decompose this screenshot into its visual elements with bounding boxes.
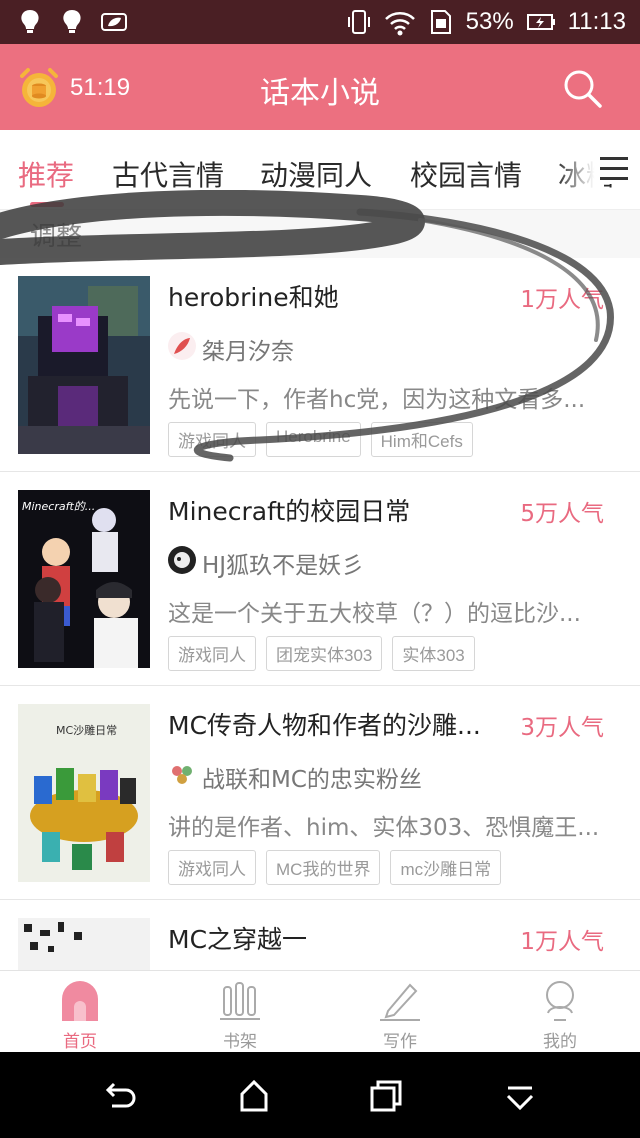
book-popularity: 5万人气	[520, 501, 604, 527]
book-title[interactable]: Minecraft的校园日常	[168, 492, 498, 528]
book-item[interactable]: MC沙雕日常 MC传奇人物和作者的沙雕... 3万人气 战联和MC的忠实粉丝 讲…	[0, 686, 640, 900]
book-cover[interactable]: MC沙雕日常	[18, 704, 150, 882]
home-button-icon[interactable]	[234, 1076, 274, 1116]
nav-home[interactable]: 首页	[0, 971, 160, 1053]
leaf-icon	[101, 13, 127, 31]
status-bar: 53% 11:13	[0, 0, 640, 44]
book-description: 这是一个关于五大校草（？）的逗比沙...	[168, 601, 581, 627]
book-popularity: 3万人气	[520, 715, 604, 741]
nav-label: 我的	[543, 1032, 577, 1052]
tab-indicator	[30, 202, 64, 207]
nav-bookshelf[interactable]: 书架	[160, 971, 320, 1053]
book-title[interactable]: herobrine和她	[168, 278, 498, 314]
book-title[interactable]: MC之穿越一	[168, 920, 498, 956]
app-title: 话本小说	[260, 76, 380, 111]
book-description: 讲的是作者、him、实体303、恐惧魔王...	[168, 815, 600, 841]
book-cover[interactable]: Minecraft的...	[18, 490, 150, 668]
search-icon[interactable]	[560, 66, 604, 110]
category-tabs: 推荐 古代言情 动漫同人 校园言情 冰糖	[0, 130, 640, 210]
book-item[interactable]: herobrine和她 1万人气 桀月汐奈 先说一下，作者hc党，因为这种文看多…	[0, 258, 640, 472]
tag[interactable]: Him和Cefs	[370, 422, 473, 457]
book-author: 战联和MC的忠实粉丝	[202, 767, 422, 793]
book-popularity: 1万人气	[520, 287, 604, 313]
bookshelf-icon	[220, 982, 260, 1020]
tab-campus-romance[interactable]: 校园言情	[410, 154, 522, 194]
bulb-icon	[21, 10, 39, 33]
menu-icon[interactable]	[596, 154, 632, 184]
tag[interactable]: 游戏同人	[168, 636, 256, 671]
screen: 53% 11:13 51:19 话本小说 推荐 古代言情 动漫同人 校园言情 冰…	[0, 0, 640, 1138]
tab-recommend[interactable]: 推荐	[18, 154, 74, 194]
tag[interactable]: 实体303	[392, 636, 475, 671]
back-icon[interactable]	[100, 1076, 140, 1116]
battery-icon	[526, 14, 555, 30]
tag-list: 游戏同人 团宠实体303 实体303	[168, 636, 475, 671]
nav-label: 首页	[63, 1032, 97, 1052]
vibrate-icon	[347, 10, 370, 34]
book-description: 先说一下，作者hc党，因为这种文看多...	[168, 387, 586, 413]
book-author: 桀月汐奈	[202, 339, 294, 365]
tab-ancient-romance[interactable]: 古代言情	[112, 154, 224, 194]
home-icon	[62, 981, 98, 1021]
book-title[interactable]: MC传奇人物和作者的沙雕...	[168, 706, 498, 742]
tag[interactable]: Herobrine	[266, 422, 361, 457]
book-cover[interactable]	[18, 276, 150, 454]
bottom-nav: 首页 书架 写作 我的	[0, 970, 640, 1052]
nav-label: 书架	[223, 1032, 257, 1052]
recent-apps-icon[interactable]	[366, 1076, 406, 1116]
bulb-icon	[63, 10, 81, 33]
app-header: 51:19 话本小说	[0, 44, 640, 130]
book-author: HJ狐玖不是妖彡	[202, 553, 365, 579]
tab-anime-fanfic[interactable]: 动漫同人	[260, 154, 372, 194]
author-avatar	[168, 332, 196, 360]
wifi-icon	[384, 12, 415, 36]
system-nav-bar	[0, 1052, 640, 1138]
author-avatar	[168, 760, 196, 788]
cover-caption: MC沙雕日常	[56, 723, 117, 737]
nav-label: 写作	[383, 1032, 417, 1052]
pencil-icon	[380, 983, 420, 1021]
nav-profile[interactable]: 我的	[480, 971, 640, 1053]
cover-caption: Minecraft的...	[22, 500, 95, 513]
book-item[interactable]: Minecraft的... Minecraft的校园日常 5万人气 HJ狐玖不是…	[0, 472, 640, 686]
tag[interactable]: mc沙雕日常	[390, 850, 502, 885]
tag[interactable]: 游戏同人	[168, 850, 256, 885]
nav-write[interactable]: 写作	[320, 971, 480, 1053]
clock: 11:13	[567, 8, 626, 35]
tag-list: 游戏同人 MC我的世界 mc沙雕日常	[168, 850, 502, 885]
status-right: 53% 11:13	[346, 0, 626, 44]
hint-text: 调整	[30, 222, 83, 252]
notification-shade-icon[interactable]	[500, 1076, 540, 1116]
author-avatar	[168, 546, 196, 574]
book-popularity: 1万人气	[520, 929, 604, 955]
tag[interactable]: MC我的世界	[266, 850, 381, 885]
profile-icon	[546, 981, 574, 1021]
tag[interactable]: 游戏同人	[168, 422, 256, 457]
tag[interactable]: 团宠实体303	[266, 636, 383, 671]
battery-percent: 53%	[465, 8, 514, 35]
notification-icons	[14, 6, 130, 38]
hint-band: 调整	[0, 210, 640, 258]
sim-icon	[430, 10, 451, 34]
tag-list: 游戏同人 Herobrine Him和Cefs	[168, 422, 473, 457]
